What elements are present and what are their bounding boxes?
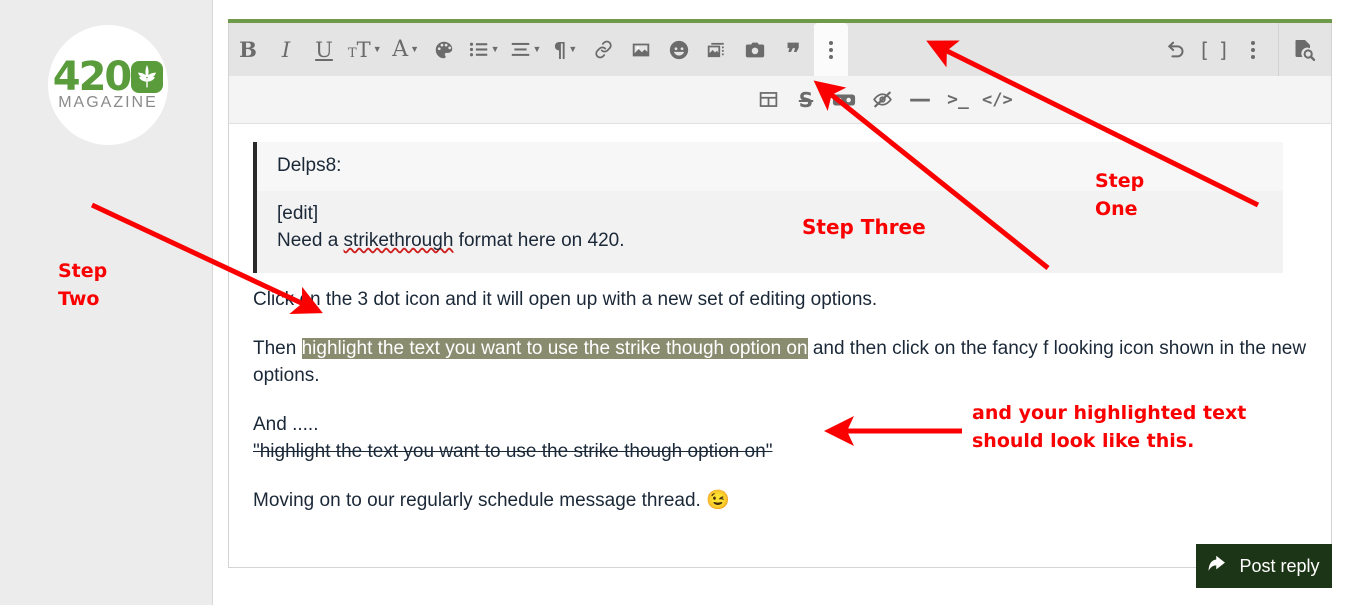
table-icon[interactable] <box>751 80 785 120</box>
cannabis-leaf-icon <box>131 61 164 93</box>
image-icon[interactable] <box>624 30 658 70</box>
smiley-icon[interactable] <box>662 30 696 70</box>
selected-text-highlight: highlight the text you want to use the s… <box>301 337 808 359</box>
list-icon[interactable]: ▼ <box>465 30 503 70</box>
paragraph-button[interactable]: ¶ ▼ <box>548 30 582 70</box>
quote-button[interactable]: ❞ <box>776 30 810 70</box>
logo-mark: 420 ® <box>52 54 168 100</box>
font-family-button[interactable]: A ▼ <box>389 30 423 70</box>
inline-code-button[interactable]: </> <box>979 80 1016 120</box>
editor-toolbar-primary: B I U TT ▼ A ▼ ▼ ▼ ¶ ▼ ❞ [] <box>228 23 1332 76</box>
registered-trademark-icon: ® <box>165 58 168 67</box>
message-editor: B I U TT ▼ A ▼ ▼ ▼ ¶ ▼ ❞ [] S — >_ </> … <box>228 19 1332 568</box>
annotation-step-two: Step Two <box>58 260 108 310</box>
camera-icon[interactable] <box>738 30 772 70</box>
annotation-highlight-note: and your highlighted text should look li… <box>972 402 1247 452</box>
paragraph-2-prefix: Then <box>253 337 302 359</box>
overflow-button[interactable] <box>1236 30 1270 70</box>
post-reply-button[interactable]: Post reply <box>1196 544 1332 588</box>
avatar: 420 ® MAGAZINE <box>48 25 168 145</box>
paragraph-closing-text: Moving on to our regularly schedule mess… <box>253 489 701 511</box>
quote-line-need: Need a strikethrough format here on 420. <box>277 228 1283 255</box>
gallery-icon[interactable] <box>700 30 734 70</box>
code-block-button[interactable]: >_ <box>941 80 975 120</box>
quote-line-prefix: Need a <box>277 229 344 251</box>
font-size-button[interactable]: TT ▼ <box>345 30 385 70</box>
align-icon[interactable]: ▼ <box>507 30 545 70</box>
italic-button[interactable]: I <box>269 30 303 70</box>
misspelled-word: strikethrough <box>343 229 454 251</box>
spoiler-mask-icon[interactable] <box>827 80 861 120</box>
undo-button[interactable] <box>1160 30 1194 70</box>
editor-toolbar-secondary: S — >_ </> <box>228 76 1332 124</box>
quote-line-suffix: format here on 420. <box>453 229 625 251</box>
post-reply-label: Post reply <box>1239 555 1320 576</box>
kebab-icon <box>829 40 834 59</box>
paragraph-closing: Moving on to our regularly schedule mess… <box>253 488 1307 515</box>
bold-button[interactable]: B <box>231 30 265 70</box>
link-icon[interactable] <box>586 30 620 70</box>
logo-brand-number: 420 <box>52 54 132 100</box>
wink-emoji-icon: 😉 <box>706 489 730 511</box>
bbcode-button[interactable]: [ ] <box>1198 30 1232 70</box>
underline-button[interactable]: U <box>307 30 341 70</box>
paragraph-instruction-1: Click on the 3 dot icon and it will open… <box>253 288 878 310</box>
annotation-step-three: Step Three <box>802 215 926 239</box>
eye-slash-icon[interactable] <box>865 80 899 120</box>
preview-button[interactable] <box>1287 30 1321 70</box>
horizontal-rule-button[interactable]: — <box>903 80 937 120</box>
palette-icon[interactable] <box>427 30 461 70</box>
annotation-step-one: Step One <box>1095 170 1145 220</box>
more-options-button[interactable] <box>814 23 849 76</box>
reply-arrow-icon <box>1208 554 1230 578</box>
paragraph-instruction-2: Then highlight the text you want to use … <box>253 336 1307 390</box>
toolbar-divider <box>1278 23 1279 76</box>
editor-content-area[interactable]: Delps8: [edit] Need a strikethrough form… <box>228 124 1332 568</box>
kebab-icon <box>1251 40 1255 59</box>
strikethrough-button[interactable]: S <box>789 80 823 120</box>
